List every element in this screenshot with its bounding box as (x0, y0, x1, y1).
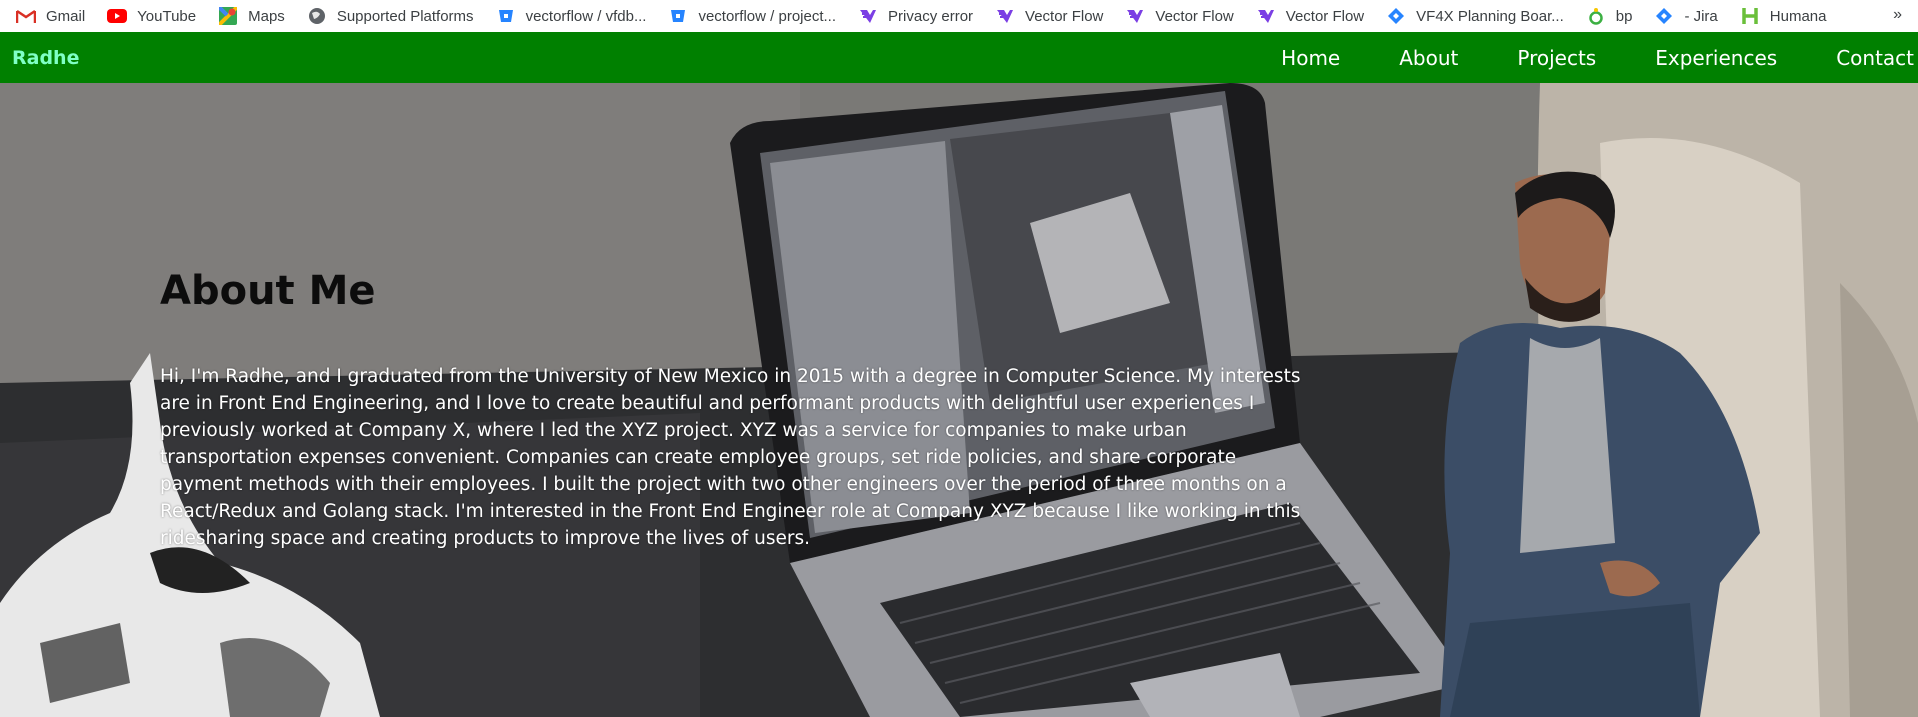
humana-icon (1740, 6, 1760, 26)
youtube-icon (107, 6, 128, 26)
bookmark-gmail[interactable]: Gmail (16, 0, 85, 32)
about-title: About Me (160, 268, 376, 314)
bookmark-label: Supported Platforms (336, 7, 474, 25)
bp-icon (1586, 6, 1606, 26)
bookmark-label: Privacy error (888, 7, 974, 25)
bitbucket-icon (668, 6, 688, 26)
site-navbar: Radhe Home About Projects Experiences Co… (0, 32, 1918, 83)
bookmark-label: bp (1615, 7, 1633, 25)
bookmark-jira[interactable]: - Jira (1654, 0, 1718, 32)
more-bookmarks-button[interactable]: » (1893, 0, 1902, 32)
bookmark-bp[interactable]: bp (1586, 0, 1633, 32)
vectorflow-icon (1256, 6, 1276, 26)
bitbucket-icon (496, 6, 516, 26)
bookmark-label: Vector Flow (1285, 7, 1365, 25)
about-body: Hi, I'm Radhe, and I graduated from the … (160, 366, 1301, 549)
bookmark-label: Vector Flow (1155, 7, 1234, 25)
gmail-icon (16, 6, 36, 26)
bookmark-vectorflow-project[interactable]: vectorflow / project... (668, 0, 836, 32)
maps-icon (218, 6, 238, 26)
nav-about[interactable]: About (1399, 46, 1458, 70)
bookmark-label: vectorflow / vfdb... (525, 7, 647, 25)
bookmarks-bar: Gmail YouTube Maps Supported Platforms v… (0, 0, 1918, 32)
bookmark-label: Humana (1769, 7, 1827, 25)
bookmark-vector-flow-1[interactable]: Vector Flow (995, 0, 1103, 32)
bookmark-vector-flow-2[interactable]: Vector Flow (1125, 0, 1234, 32)
nav-home[interactable]: Home (1281, 46, 1340, 70)
bookmark-vf4x-planning-board[interactable]: VF4X Planning Boar... (1386, 0, 1564, 32)
globe-icon (307, 6, 327, 26)
about-section: About Me Hi, I'm Radhe, and I graduated … (0, 83, 1918, 717)
vectorflow-icon (1125, 6, 1145, 26)
bookmark-vector-flow-3[interactable]: Vector Flow (1256, 0, 1364, 32)
vectorflow-icon (858, 6, 878, 26)
bookmark-vectorflow-vfdb[interactable]: vectorflow / vfdb... (496, 0, 647, 32)
bookmark-label: YouTube (137, 7, 197, 25)
nav-projects[interactable]: Projects (1517, 46, 1596, 70)
bookmark-label: vectorflow / project... (698, 7, 837, 25)
jira-icon (1654, 6, 1674, 26)
nav-contact[interactable]: Contact (1836, 46, 1914, 70)
nav-links: Home About Projects Experiences Contact (1222, 32, 1918, 83)
bookmark-maps[interactable]: Maps (218, 0, 285, 32)
bookmark-label: Gmail (46, 7, 86, 25)
bookmark-label: - Jira (1684, 7, 1718, 25)
vectorflow-icon (995, 6, 1015, 26)
bookmark-privacy-error[interactable]: Privacy error (858, 0, 973, 32)
bookmark-supported-platforms[interactable]: Supported Platforms (307, 0, 474, 32)
bookmark-label: Maps (248, 7, 285, 25)
brand-logo[interactable]: Radhe (12, 47, 79, 69)
bookmark-humana[interactable]: Humana (1740, 0, 1827, 32)
bookmark-label: Vector Flow (1025, 7, 1104, 25)
bookmark-label: VF4X Planning Boar... (1416, 7, 1564, 25)
nav-experiences[interactable]: Experiences (1655, 46, 1777, 70)
jira-icon (1386, 6, 1406, 26)
bookmark-youtube[interactable]: YouTube (107, 0, 196, 32)
